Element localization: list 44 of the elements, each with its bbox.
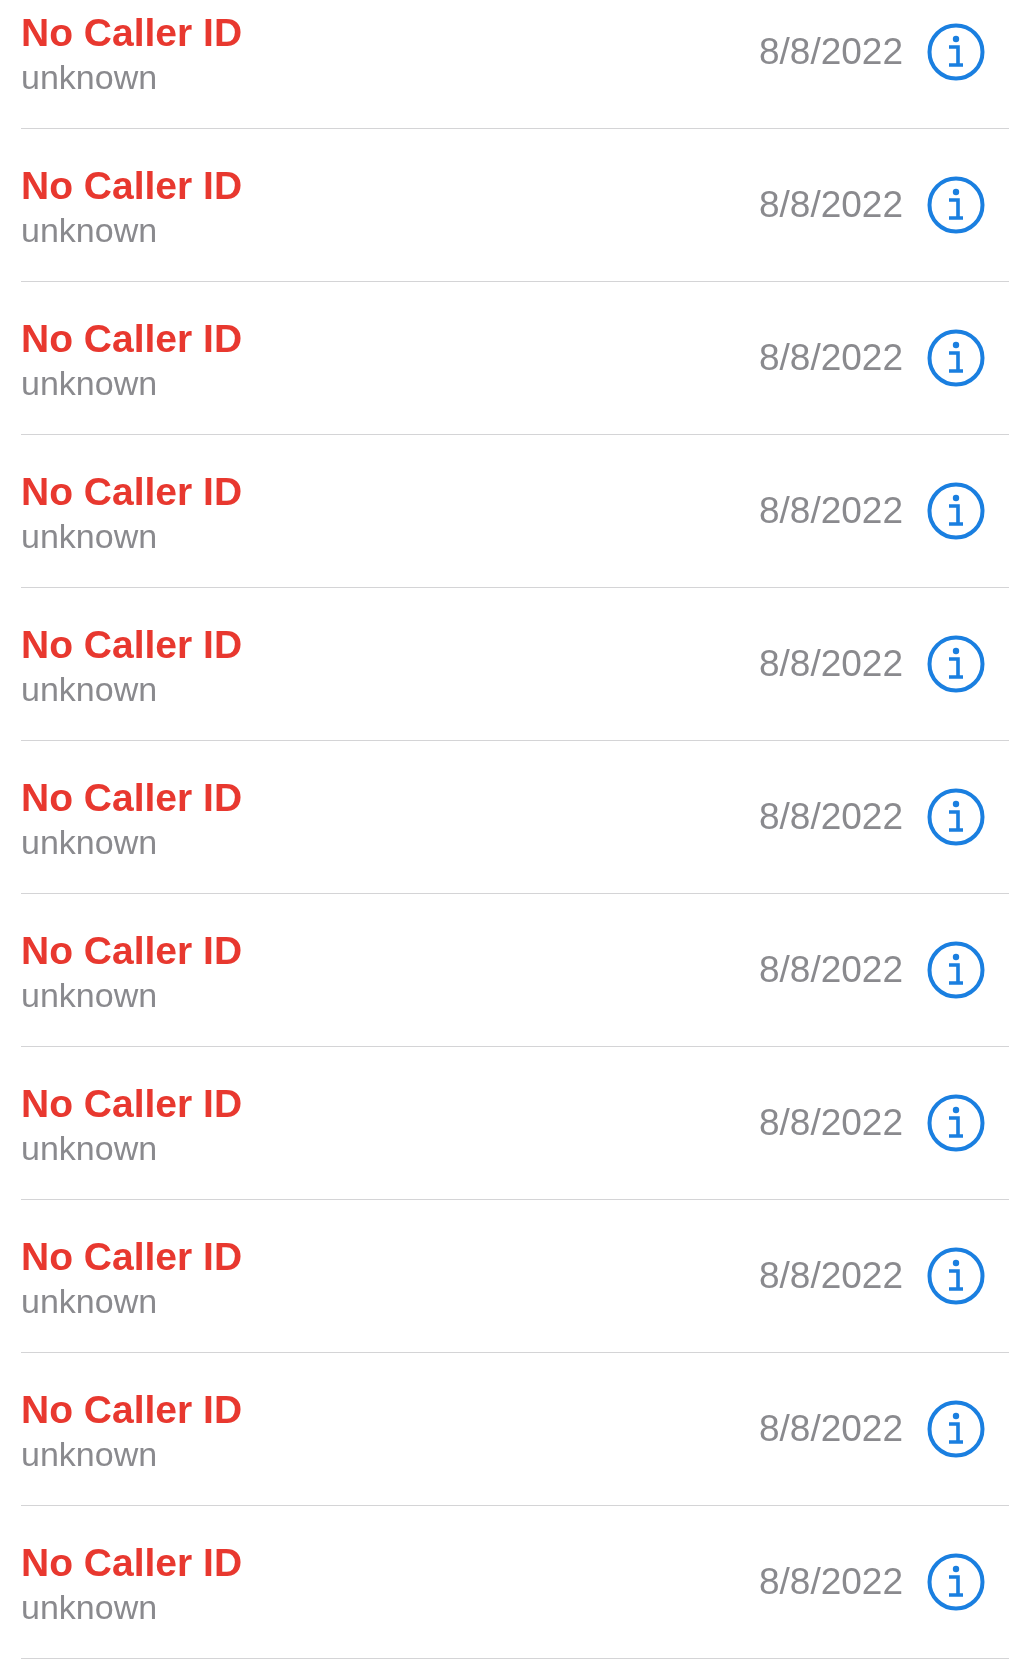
caller-label: unknown (21, 1128, 159, 1169)
caller-label: unknown (21, 669, 159, 710)
caller-name: No Caller ID (21, 10, 244, 56)
info-icon[interactable] (927, 941, 985, 999)
caller-name: No Caller ID (21, 163, 244, 209)
caller-name: No Caller ID (21, 928, 244, 974)
call-date: 8/8/2022 (758, 490, 903, 532)
info-icon[interactable] (927, 788, 985, 846)
caller-name: No Caller ID (21, 1387, 244, 1433)
caller-name: No Caller ID (21, 622, 244, 668)
call-date: 8/8/2022 (758, 337, 903, 379)
call-date: 8/8/2022 (758, 184, 903, 226)
call-date: 8/8/2022 (758, 1561, 903, 1603)
call-date: 8/8/2022 (758, 796, 903, 838)
info-icon[interactable] (927, 1094, 985, 1152)
info-icon[interactable] (927, 1553, 985, 1611)
caller-name: No Caller ID (21, 316, 244, 362)
call-date: 8/8/2022 (758, 1408, 903, 1450)
call-date: 8/8/2022 (758, 31, 903, 73)
caller-name: No Caller ID (21, 1081, 244, 1127)
caller-label: unknown (21, 516, 159, 557)
call-date: 8/8/2022 (758, 1255, 903, 1297)
call-date: 8/8/2022 (758, 643, 903, 685)
call-date: 8/8/2022 (758, 949, 903, 991)
call-date: 8/8/2022 (758, 1102, 903, 1144)
caller-name: No Caller ID (21, 469, 244, 515)
caller-name: No Caller ID (21, 1540, 244, 1586)
caller-label: unknown (21, 822, 159, 863)
caller-label: unknown (21, 1281, 159, 1322)
caller-label: unknown (21, 975, 159, 1016)
info-icon[interactable] (927, 1400, 985, 1458)
info-icon[interactable] (927, 1247, 985, 1305)
caller-name: No Caller ID (21, 1234, 244, 1280)
info-icon[interactable] (927, 176, 985, 234)
info-icon[interactable] (927, 23, 985, 81)
info-icon[interactable] (927, 482, 985, 540)
caller-label: unknown (21, 57, 159, 98)
caller-label: unknown (21, 363, 159, 404)
info-icon[interactable] (927, 329, 985, 387)
caller-name: No Caller ID (21, 775, 244, 821)
caller-label: unknown (21, 1434, 159, 1475)
caller-label: unknown (21, 1587, 159, 1628)
caller-label: unknown (21, 210, 159, 251)
info-icon[interactable] (927, 635, 985, 693)
